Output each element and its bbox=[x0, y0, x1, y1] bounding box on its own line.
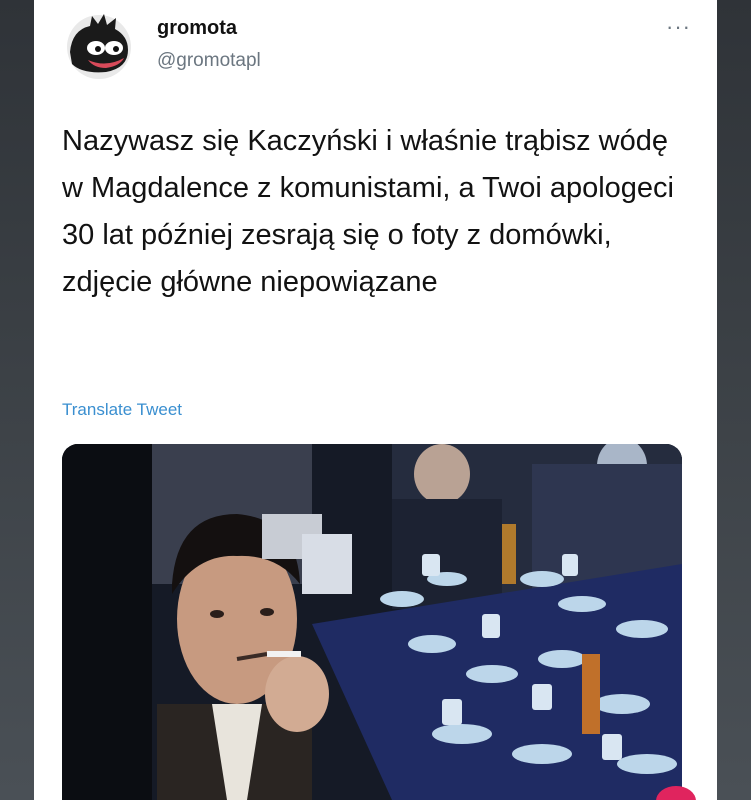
translate-tweet-link[interactable]: Translate Tweet bbox=[62, 400, 182, 420]
display-name[interactable]: gromota bbox=[157, 17, 237, 40]
tweet-card: gromota @gromotapl ··· Nazywasz się Kacz… bbox=[34, 0, 717, 800]
tweet-text: Nazywasz się Kaczyński i właśnie trąbisz… bbox=[62, 125, 675, 298]
tweet-photo[interactable] bbox=[62, 444, 682, 800]
avatar-icon[interactable] bbox=[62, 10, 136, 80]
user-handle[interactable]: @gromotapl bbox=[157, 50, 261, 72]
more-options-icon[interactable]: ··· bbox=[666, 14, 691, 40]
